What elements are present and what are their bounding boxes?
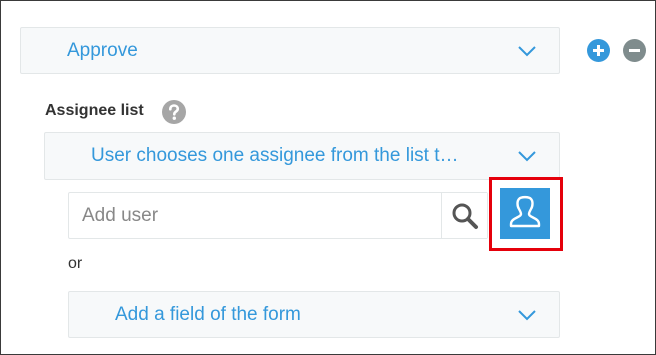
search-user-button[interactable]	[441, 193, 487, 238]
form-field-select[interactable]: Add a field of the form	[68, 291, 560, 338]
or-separator: or	[68, 255, 83, 272]
action-select-value: Approve	[67, 39, 138, 61]
chevron-down-icon	[518, 45, 536, 56]
plus-icon	[593, 45, 604, 56]
chevron-down-icon	[518, 151, 536, 162]
minus-icon	[629, 49, 640, 52]
add-action-button[interactable]	[587, 39, 610, 62]
action-select[interactable]: Approve	[20, 27, 560, 74]
process-settings-panel: Approve Assignee list User chooses one a…	[0, 0, 656, 355]
chevron-down-icon	[518, 309, 536, 320]
assignee-mode-select[interactable]: User chooses one assignee from the list …	[44, 132, 560, 180]
user-icon	[509, 195, 541, 228]
question-icon	[169, 104, 180, 120]
form-field-value: Add a field of the form	[115, 303, 301, 325]
add-user-field	[68, 192, 488, 239]
user-picker-button[interactable]	[500, 188, 550, 239]
add-user-input[interactable]	[69, 193, 441, 238]
assignee-list-label: Assignee list	[45, 102, 144, 119]
search-icon	[452, 203, 478, 229]
remove-action-button[interactable]	[623, 39, 646, 62]
help-button[interactable]	[162, 100, 186, 124]
assignee-mode-value: User chooses one assignee from the list …	[91, 145, 459, 166]
